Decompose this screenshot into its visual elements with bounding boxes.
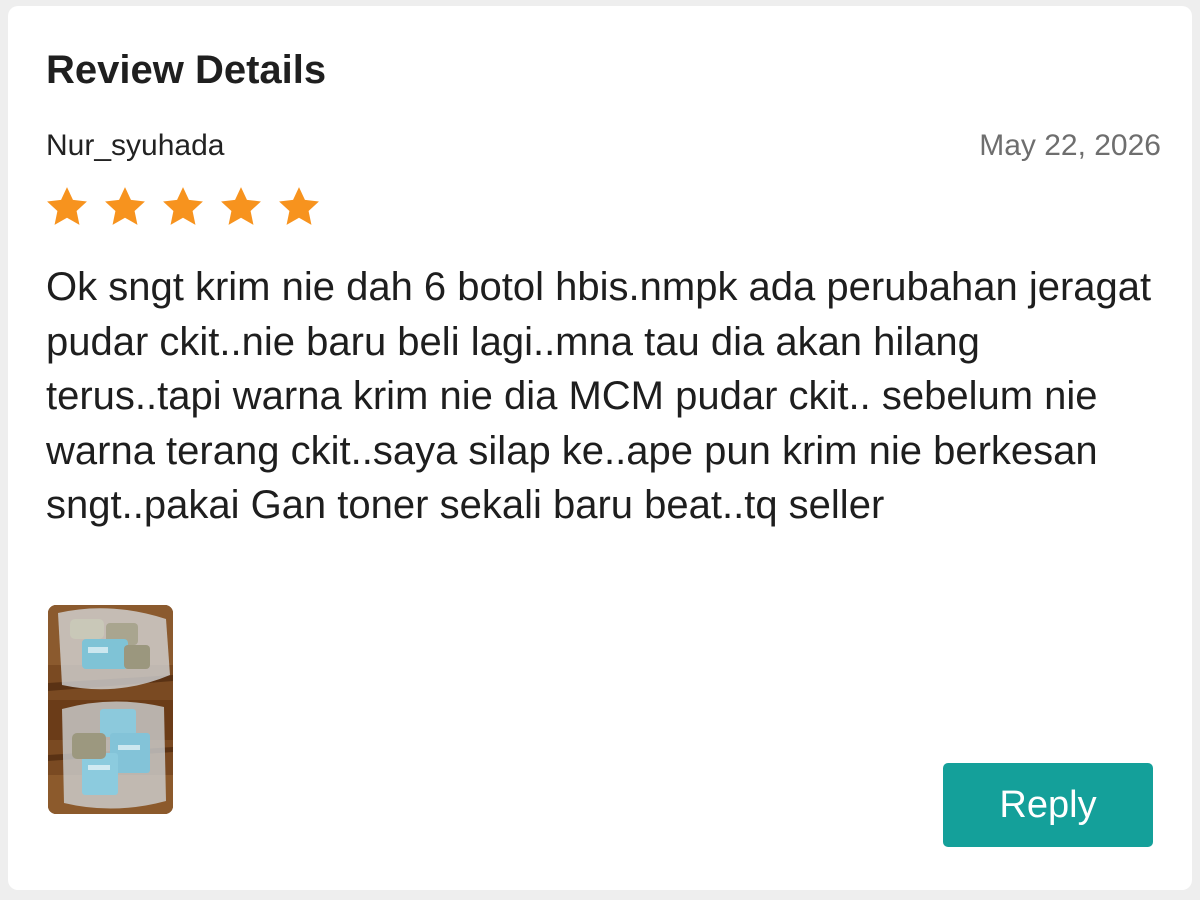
review-card: Review Details Nur_syuhada May 22, 2026 … xyxy=(8,6,1192,890)
star-icon xyxy=(44,184,90,230)
reply-button[interactable]: Reply xyxy=(943,763,1153,847)
star-rating xyxy=(44,184,322,230)
review-photo-thumbnail[interactable] xyxy=(48,605,173,814)
review-text: Ok sngt krim nie dah 6 botol hbis.nmpk a… xyxy=(46,265,1152,527)
review-date: May 22, 2026 xyxy=(979,129,1161,162)
star-icon xyxy=(160,184,206,230)
page-title: Review Details xyxy=(46,48,327,92)
star-icon xyxy=(218,184,264,230)
star-icon xyxy=(276,184,322,230)
star-icon xyxy=(102,184,148,230)
reviewer-name: Nur_syuhada xyxy=(46,129,225,162)
